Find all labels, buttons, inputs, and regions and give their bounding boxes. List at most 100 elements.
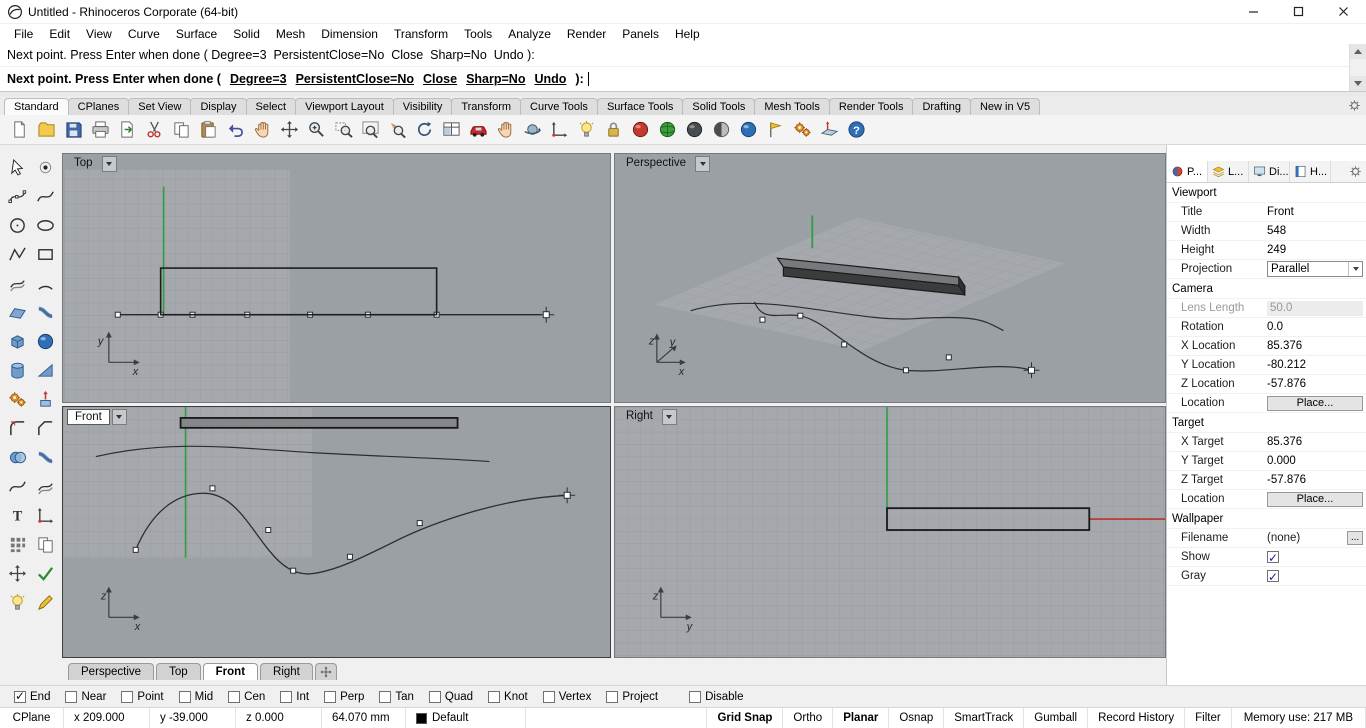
cmd-option-degree[interactable]: Degree=3	[230, 67, 287, 91]
viewport-tab-front[interactable]: Front	[202, 663, 259, 680]
toolbar-tab-drafting[interactable]: Drafting	[912, 98, 971, 115]
rectangle-icon[interactable]	[32, 242, 58, 268]
menu-analyze[interactable]: Analyze	[500, 25, 559, 43]
title-value[interactable]: Front	[1265, 203, 1366, 221]
height-value[interactable]: 249	[1265, 241, 1366, 259]
shaded-viewport-icon[interactable]	[681, 116, 708, 143]
surface-icon[interactable]	[4, 300, 30, 326]
gumball-pane[interactable]: Gumball	[1024, 708, 1089, 728]
toolbar-tab-mesh-tools[interactable]: Mesh Tools	[754, 98, 830, 115]
panel-tab-help[interactable]: H...	[1290, 161, 1331, 182]
sphere-icon[interactable]	[32, 329, 58, 355]
viewport-perspective-title[interactable]: Perspective	[619, 156, 693, 172]
undo-view-change-icon[interactable]	[411, 116, 438, 143]
pan-view-icon[interactable]	[492, 116, 519, 143]
fillet-icon[interactable]	[4, 416, 30, 442]
scroll-down-icon[interactable]	[1350, 76, 1366, 91]
cplane-pane[interactable]: CPlane	[0, 708, 64, 728]
menu-help[interactable]: Help	[667, 25, 708, 43]
viewport-tab-right[interactable]: Right	[260, 663, 313, 680]
smarttrack-pane[interactable]: SmartTrack	[944, 708, 1025, 728]
toolbar-tab-select[interactable]: Select	[245, 98, 297, 115]
named-view-icon[interactable]	[465, 116, 492, 143]
move-icon[interactable]	[276, 116, 303, 143]
ellipse-icon[interactable]	[32, 213, 58, 239]
print-icon[interactable]	[87, 116, 114, 143]
target-place-button[interactable]: Place...	[1267, 491, 1363, 507]
menu-edit[interactable]: Edit	[41, 25, 78, 43]
viewport-right-menu-icon[interactable]	[661, 409, 677, 425]
osnap-project[interactable]: Project	[606, 690, 658, 703]
what-command-icon[interactable]	[762, 116, 789, 143]
osnap-knot[interactable]: Knot	[488, 690, 528, 703]
circle-icon[interactable]	[4, 213, 30, 239]
viewport-front-title[interactable]: Front	[67, 409, 110, 425]
planar-pane[interactable]: Planar	[833, 708, 890, 728]
sweep-icon[interactable]	[32, 300, 58, 326]
rotation-value[interactable]: 0.0	[1265, 318, 1366, 336]
osnap-disable[interactable]: Disable	[689, 690, 743, 703]
pan-icon[interactable]	[249, 116, 276, 143]
toolbar-options-gear-icon[interactable]	[1347, 98, 1362, 113]
menu-panels[interactable]: Panels	[614, 25, 667, 43]
gumball-icon[interactable]	[4, 561, 30, 587]
record-history-pane[interactable]: Record History	[1088, 708, 1186, 728]
menu-file[interactable]: File	[6, 25, 41, 43]
box-icon[interactable]	[4, 329, 30, 355]
gray-checkbox[interactable]	[1267, 568, 1279, 586]
osnap-cen[interactable]: Cen	[228, 690, 265, 703]
open-file-icon[interactable]	[33, 116, 60, 143]
new-file-icon[interactable]	[6, 116, 33, 143]
select-arrow-icon[interactable]	[4, 155, 30, 181]
filter-pane[interactable]: Filter	[1185, 708, 1232, 728]
hide-icon[interactable]	[4, 590, 30, 616]
cmd-option-undo[interactable]: Undo	[534, 67, 566, 91]
viewport-top-title[interactable]: Top	[67, 156, 100, 172]
viewport-top-menu-icon[interactable]	[101, 156, 117, 172]
viewport-top[interactable]: y x Top	[62, 153, 611, 403]
panel-tab-properties[interactable]: P...	[1167, 161, 1208, 182]
control-point-curve-icon[interactable]	[4, 184, 30, 210]
osnap-int[interactable]: Int	[280, 690, 309, 703]
scroll-up-icon[interactable]	[1350, 44, 1366, 59]
project-icon[interactable]	[32, 474, 58, 500]
save-icon[interactable]	[60, 116, 87, 143]
curve-from-object-icon[interactable]	[4, 474, 30, 500]
toolbar-tab-surface-tools[interactable]: Surface Tools	[596, 98, 684, 115]
y-location-value[interactable]: -80.212	[1265, 356, 1366, 374]
cmd-option-sharp[interactable]: Sharp=No	[466, 67, 525, 91]
osnap-quad[interactable]: Quad	[428, 690, 473, 703]
help-icon[interactable]	[843, 116, 870, 143]
point-icon[interactable]	[32, 155, 58, 181]
ortho-pane[interactable]: Ortho	[783, 708, 834, 728]
panel-tab-display[interactable]: Di...	[1249, 161, 1290, 182]
viewport-right-title[interactable]: Right	[619, 409, 660, 425]
chamfer-icon[interactable]	[32, 416, 58, 442]
annotate-icon[interactable]	[32, 590, 58, 616]
osnap-vertex[interactable]: Vertex	[542, 690, 591, 703]
export-icon[interactable]	[114, 116, 141, 143]
minimize-button[interactable]	[1231, 0, 1276, 24]
osnap-tan[interactable]: Tan	[379, 690, 414, 703]
menu-view[interactable]: View	[78, 25, 120, 43]
cone-icon[interactable]	[32, 358, 58, 384]
toolbar-tab-cplanes[interactable]: CPlanes	[67, 98, 130, 115]
viewport-perspective[interactable]: z y x Perspective	[614, 153, 1166, 403]
show-checkbox[interactable]	[1267, 549, 1279, 567]
interpolate-curve-icon[interactable]	[32, 184, 58, 210]
paste-icon[interactable]	[195, 116, 222, 143]
menu-mesh[interactable]: Mesh	[268, 25, 313, 43]
filename-value[interactable]: (none)	[1267, 529, 1300, 547]
menu-surface[interactable]: Surface	[168, 25, 225, 43]
text-icon[interactable]	[4, 503, 30, 529]
ghosted-viewport-icon[interactable]	[708, 116, 735, 143]
layer-pane[interactable]: Default	[406, 708, 526, 728]
set-cplane-icon[interactable]	[816, 116, 843, 143]
polyline-icon[interactable]	[4, 242, 30, 268]
cmd-option-persistentclose[interactable]: PersistentClose=No	[296, 67, 414, 91]
osnap-perp[interactable]: Perp	[324, 690, 364, 703]
toolbar-tab-solid-tools[interactable]: Solid Tools	[682, 98, 756, 115]
x-location-value[interactable]: 85.376	[1265, 337, 1366, 355]
z-coordinate[interactable]: z 0.000	[236, 708, 322, 728]
y-coordinate[interactable]: y -39.000	[150, 708, 236, 728]
